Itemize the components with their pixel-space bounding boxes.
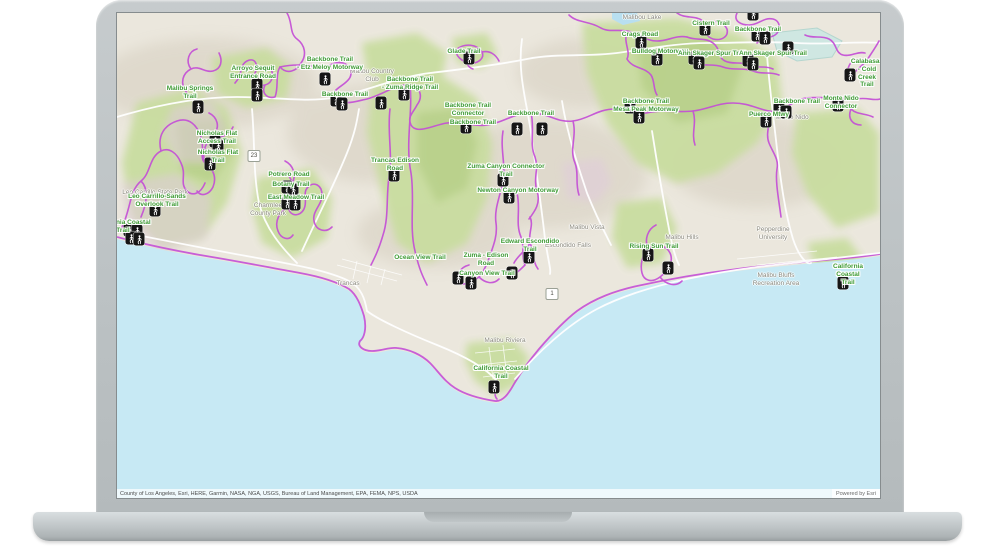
laptop-base (33, 512, 962, 541)
trail-label: Rising Sun Trail (629, 243, 678, 251)
trail-label: Backbone Trail (735, 26, 781, 34)
map-canvas[interactable]: Malibou LakeMalibu Country ClubCharmlee … (117, 13, 880, 498)
laptop-screen-bezel: Malibou LakeMalibu Country ClubCharmlee … (96, 0, 904, 519)
trail-label: Backbone Trail (508, 110, 554, 118)
trail-label: Glade Trail (447, 48, 480, 56)
trail-label: Backbone Trail Mesa Peak Motorway (613, 98, 678, 114)
trail-label: California Coastal Trail (832, 263, 864, 286)
trail-label: Backbone Trail (450, 119, 496, 127)
trail-label: Edward Escondido Trail (501, 238, 560, 254)
trail-label: Canyon View Trail (459, 270, 515, 278)
trail-label: Trancas Edison Road (371, 157, 419, 173)
trail-label: Malibu Springs Trail (167, 85, 214, 101)
trail-label: Ocean View Trail (394, 254, 446, 262)
trail-label: Zuma Canyon Connector Trail (467, 163, 544, 179)
trail-labels-layer: Malibu Springs Trail Arroyo Sequit Entran… (117, 13, 880, 498)
trail-label: Nicholas Flat Access Trail (197, 130, 237, 146)
trail-label: Potrero Road (268, 171, 309, 179)
trail-label: California Coastal Trail (473, 365, 528, 381)
laptop-mockup: Malibou LakeMalibu Country ClubCharmlee … (0, 0, 995, 547)
trail-label: Leo Carrillo-Sands Overlook Trail (128, 193, 186, 209)
trail-label: Monte Nido Connector (822, 95, 861, 111)
laptop-hinge-notch (424, 512, 572, 522)
trail-label: East Meadow Trail (268, 194, 324, 202)
attribution-text: County of Los Angeles, Esri, HERE, Garmi… (120, 491, 418, 497)
trail-label: Backbone Trail - Zuma Ridge Trail (382, 76, 438, 92)
powered-by-text: Powered by Esri (836, 491, 876, 497)
trail-label: Nicholas Flat Trail (198, 149, 238, 165)
trail-label: Newton Canyon Motorway (477, 187, 558, 195)
trail-label: Ann Skager Spur Trail (678, 50, 746, 58)
trail-label: Cistern Trail (692, 20, 730, 28)
trail-label: Backbone Trail - Etz Meloy Motorway (297, 56, 363, 72)
powered-by-esri: Powered by Esri (832, 489, 880, 498)
trail-label: Puerco Mtwy (749, 111, 789, 119)
trail-label: Calabasas - Cold Creek Trail (851, 58, 880, 89)
trail-label: Backbone Trail Connector (445, 102, 491, 118)
trail-label: Crags Road (622, 31, 658, 39)
trail-label: California Coastal Trail (117, 219, 151, 235)
trail-label: Backbone Trail (774, 98, 820, 106)
trail-label: Botany Trail (272, 181, 309, 189)
trail-label: Zuma - Edison Road (464, 252, 509, 268)
trail-label: Ann Skager Spur Trail (739, 50, 807, 58)
trail-label: Arroyo Sequit Entrance Road (230, 65, 276, 81)
trail-label: Backbone Trail (322, 91, 368, 99)
map-attribution: County of Los Angeles, Esri, HERE, Garmi… (117, 489, 880, 498)
